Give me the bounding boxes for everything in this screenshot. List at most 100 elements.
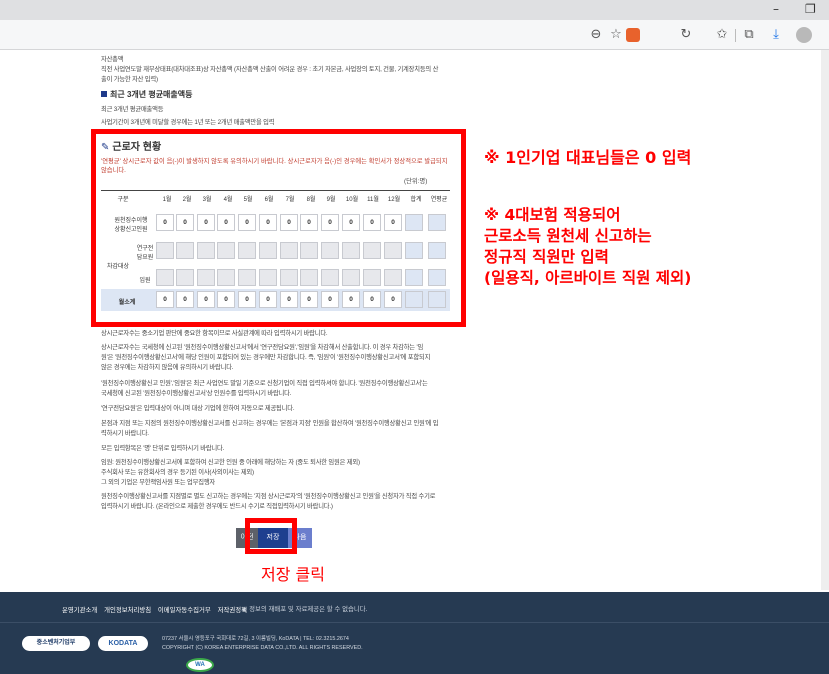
sales-section-title: 최근 3개년 평균매출액등 xyxy=(101,89,193,100)
withholding-input-month-8[interactable]: 0 xyxy=(300,214,318,231)
withholding-input-month-5[interactable]: 0 xyxy=(238,214,256,231)
footer-link-privacy[interactable]: 개인정보처리방침 xyxy=(104,607,151,614)
researcher-cell-month-11 xyxy=(363,242,381,259)
researcher-average-cell xyxy=(428,242,446,259)
total-sum-cell xyxy=(405,291,423,308)
withholding-total-cell xyxy=(405,214,423,231)
executive-input-month-12[interactable] xyxy=(384,269,402,286)
note-line: 원'은 '원천징수이행상황신고서'에 해당 인원이 포함되어 있는 경우에만 차… xyxy=(101,354,431,361)
note-line: '원천징수이행상황신고 인원','임원'은 최근 사업연도 말일 기준으로 신청… xyxy=(101,380,428,387)
download-icon[interactable]: ⤓ xyxy=(766,25,786,45)
zoom-out-icon[interactable]: ⊖ xyxy=(586,25,606,45)
collections-icon[interactable]: ⧉ xyxy=(739,25,759,45)
total-cell-month-7: 0 xyxy=(280,291,298,308)
researcher-total-cell xyxy=(405,242,423,259)
withholding-input-month-6[interactable]: 0 xyxy=(259,214,277,231)
note-line: 않은 경우에는 차감하지 않음에 유의하시기 바랍니다. xyxy=(101,364,234,371)
note-line: 임원: 원천징수이행상황신고서에 포함하여 신고한 인원 중 아래에 해당하는 … xyxy=(101,459,360,466)
total-cell-month-11: 0 xyxy=(363,291,381,308)
annotation-insurance-line1: ※ 4대보험 적용되어 xyxy=(484,206,621,224)
total-cell-month-1: 0 xyxy=(156,291,174,308)
total-cell-month-2: 0 xyxy=(176,291,194,308)
researcher-cell-month-9 xyxy=(321,242,339,259)
total-cell-month-10: 0 xyxy=(342,291,360,308)
title-bar: – ❐ xyxy=(0,0,829,20)
kodata-logo[interactable]: KODATA xyxy=(98,636,148,651)
total-cell-month-12: 0 xyxy=(384,291,402,308)
note-line: 상시근로자수는 국세청에 신고된 '원천징수이행상황신고서'에서 '연구전담요원… xyxy=(101,344,424,351)
footer-link-about[interactable]: 운영기관소개 xyxy=(62,607,97,614)
executive-input-month-10[interactable] xyxy=(342,269,360,286)
note-line: 주식회사 또는 유한회사의 경우 등기된 이사(사외이사는 제외) xyxy=(101,469,254,476)
withholding-input-month-1[interactable]: 0 xyxy=(156,214,174,231)
save-highlight-box xyxy=(245,518,297,554)
executive-input-month-11[interactable] xyxy=(363,269,381,286)
withholding-input-month-11[interactable]: 0 xyxy=(363,214,381,231)
annotation-save-click: 저장 클릭 xyxy=(261,565,325,584)
note-line: '연구전담요원'은 입력대상이 아니며 대상 기업에 한하여 자동으로 제공됩니… xyxy=(101,405,295,412)
withholding-input-month-2[interactable]: 0 xyxy=(176,214,194,231)
withholding-input-month-4[interactable]: 0 xyxy=(217,214,235,231)
asset-heading: 자산총액 xyxy=(101,56,124,63)
minimize-button[interactable]: – xyxy=(773,2,779,16)
executive-total-cell xyxy=(405,269,423,286)
withholding-input-month-12[interactable]: 0 xyxy=(384,214,402,231)
researcher-cell-month-12 xyxy=(384,242,402,259)
note-line: 입력하시기 바랍니다. (온라인으로 제출한 경우에도 반드시 수기로 직접입력… xyxy=(101,503,333,510)
executive-input-month-6[interactable] xyxy=(259,269,277,286)
annotation-insurance-line4: (일용직, 아르바이트 직원 제외) xyxy=(484,269,692,287)
sales-title-text: 최근 3개년 평균매출액등 xyxy=(110,90,193,99)
executive-input-month-8[interactable] xyxy=(300,269,318,286)
extension-icon[interactable] xyxy=(626,28,640,42)
section-marker-icon xyxy=(101,91,107,97)
note-line: 본점과 지점 또는 지점의 원천징수이행상황신고서를 신고하는 경우에는 '본점… xyxy=(101,420,439,427)
executive-input-month-9[interactable] xyxy=(321,269,339,286)
researcher-cell-month-4 xyxy=(217,242,235,259)
browser-window: – ❐ ⊖ ☆ ↻ ✩ ⧉ ⤓ 자산총액 직전 사업연도말 재무상태표(대차대조… xyxy=(0,0,829,674)
executive-input-month-3[interactable] xyxy=(197,269,215,286)
restore-button[interactable]: ❐ xyxy=(805,2,816,16)
annotation-one-person: ※ 1인기업 대표님들은 0 입력 xyxy=(484,148,692,167)
total-cell-month-6: 0 xyxy=(259,291,277,308)
favorites-icon[interactable]: ✩ xyxy=(712,25,732,45)
researcher-cell-month-2 xyxy=(176,242,194,259)
researcher-cell-month-6 xyxy=(259,242,277,259)
withholding-input-month-9[interactable]: 0 xyxy=(321,214,339,231)
total-average-cell xyxy=(428,291,446,308)
refresh-icon[interactable]: ↻ xyxy=(676,25,696,45)
withholding-input-month-10[interactable]: 0 xyxy=(342,214,360,231)
asset-text-1: 직전 사업연도말 재무상태표(대차대조표)상 자산총액 (자산총액 산출이 어려… xyxy=(101,66,439,73)
sales-text-1: 최근 3개년 평균매출액등 xyxy=(101,106,164,113)
note-line: 상시근로자수는 중소기업 판단에 중요한 항목이므로 사실관계에 따라 입력하시… xyxy=(101,330,328,337)
executive-input-month-7[interactable] xyxy=(280,269,298,286)
researcher-cell-month-7 xyxy=(280,242,298,259)
profile-icon[interactable] xyxy=(796,27,812,43)
total-cell-month-9: 0 xyxy=(321,291,339,308)
annotation-insurance-line3: 정규직 직원만 입력 xyxy=(484,248,609,266)
footer-copyright: COPYRIGHT (C) KOREA ENTERPRISE DATA CO.,… xyxy=(162,645,363,651)
web-accessibility-badge: WA xyxy=(186,658,214,672)
footer-links: 운영기관소개 개인정보처리방침 이메일자동수집거부 저작권정책 xyxy=(62,605,252,614)
executive-input-month-1[interactable] xyxy=(156,269,174,286)
scrollbar[interactable] xyxy=(821,50,829,590)
withholding-input-month-7[interactable]: 0 xyxy=(280,214,298,231)
favorite-add-icon[interactable]: ☆ xyxy=(606,25,626,45)
note-line: 원천징수이행상황신고서를 지점별로 별도 신고하는 경우에는 '지점 상시근로자… xyxy=(101,493,436,500)
toolbar-divider xyxy=(735,29,736,42)
total-cell-month-4: 0 xyxy=(217,291,235,308)
footer-address: 07237 서울시 영등포구 국회대로 72길, 3 이룸빌딩, KoDATA … xyxy=(162,636,349,642)
researcher-cell-month-5 xyxy=(238,242,256,259)
withholding-input-month-3[interactable]: 0 xyxy=(197,214,215,231)
footer-link-email[interactable]: 이메일자동수집거부 xyxy=(158,607,211,614)
researcher-cell-month-3 xyxy=(197,242,215,259)
browser-toolbar: ⊖ ☆ ↻ ✩ ⧉ ⤓ xyxy=(0,20,829,50)
researcher-cell-month-8 xyxy=(300,242,318,259)
note-line: 력하시기 바랍니다. xyxy=(101,430,149,437)
executive-input-month-4[interactable] xyxy=(217,269,235,286)
executive-input-month-2[interactable] xyxy=(176,269,194,286)
total-cell-month-3: 0 xyxy=(197,291,215,308)
executive-input-month-5[interactable] xyxy=(238,269,256,286)
total-cell-month-5: 0 xyxy=(238,291,256,308)
researcher-cell-month-10 xyxy=(342,242,360,259)
ministry-logo[interactable]: 중소벤처기업부 xyxy=(22,636,90,651)
